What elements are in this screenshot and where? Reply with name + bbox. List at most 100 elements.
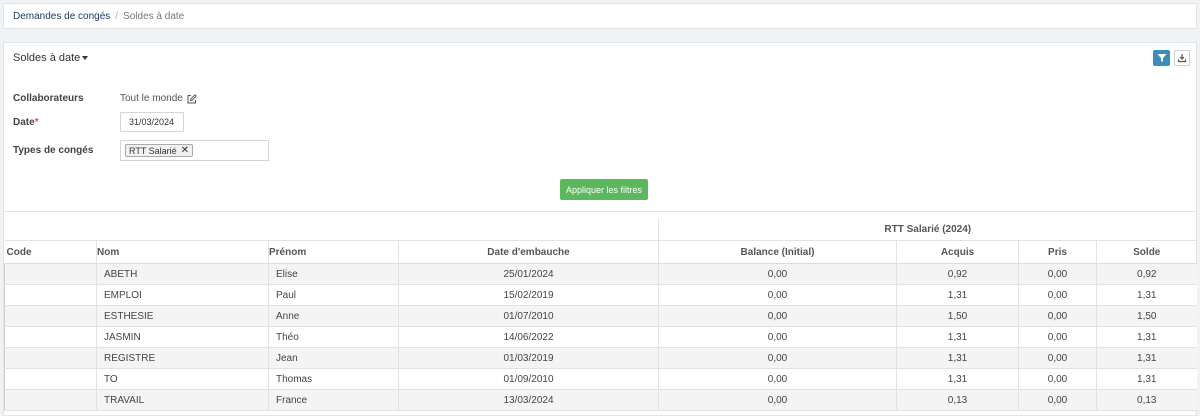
- breadcrumb-parent-link[interactable]: Demandes de congés: [13, 11, 110, 22]
- cell-acquis: 1,31: [896, 284, 1019, 306]
- table-row[interactable]: ABETH Elise 25/01/2024 0,00 0,92 0,00 0,…: [4, 263, 1197, 285]
- date-label-text: Date: [13, 117, 35, 128]
- caret-down-icon: [82, 56, 89, 61]
- cell-date-embauche: 01/03/2019: [398, 347, 659, 369]
- cell-code: [4, 326, 97, 348]
- cell-acquis: 1,31: [896, 368, 1019, 390]
- cell-date-embauche: 25/01/2024: [398, 263, 659, 285]
- cell-balance: 0,00: [658, 263, 897, 285]
- date-input[interactable]: [120, 112, 184, 132]
- cell-nom: TO: [96, 368, 269, 390]
- collaborateurs-label: Collaborateurs: [13, 93, 84, 104]
- cell-pris: 0,00: [1018, 284, 1097, 306]
- cell-balance: 0,00: [658, 326, 897, 348]
- table-row[interactable]: EMPLOI Paul 15/02/2019 0,00 1,31 0,00 1,…: [4, 284, 1197, 306]
- cell-solde: 0,92: [1095, 263, 1197, 285]
- panel-title-label: Soldes à date: [13, 52, 81, 64]
- filter-button[interactable]: [1153, 50, 1170, 66]
- group-header-empty: [4, 218, 659, 241]
- cell-acquis: 1,50: [896, 305, 1019, 327]
- collaborateurs-value: Tout le monde: [120, 93, 197, 104]
- table-row[interactable]: TRAVAIL France 13/03/2024 0,00 0,13 0,00…: [4, 389, 1197, 411]
- breadcrumb: Demandes de congés / Soldes à date: [3, 3, 1197, 29]
- cell-solde: 1,50: [1095, 305, 1197, 327]
- cell-date-embauche: 01/07/2010: [398, 305, 659, 327]
- cell-nom: REGISTRE: [96, 347, 269, 369]
- col-header-pris[interactable]: Pris: [1018, 240, 1097, 264]
- required-marker: *: [34, 117, 39, 128]
- apply-filters-button[interactable]: Appliquer les filtres: [560, 179, 648, 200]
- cell-code: [4, 368, 97, 390]
- date-label: Date*: [13, 117, 39, 128]
- cell-pris: 0,00: [1018, 347, 1097, 369]
- cell-date-embauche: 01/09/2010: [398, 368, 659, 390]
- cell-prenom: France: [268, 389, 399, 411]
- cell-nom: JASMIN: [96, 326, 269, 348]
- cell-nom: EMPLOI: [96, 284, 269, 306]
- cell-balance: 0,00: [658, 389, 897, 411]
- cell-solde: 1,31: [1095, 326, 1197, 348]
- download-button[interactable]: [1174, 50, 1190, 66]
- cell-prenom: Paul: [268, 284, 399, 306]
- table-row[interactable]: REGISTRE Jean 01/03/2019 0,00 1,31 0,00 …: [4, 347, 1197, 369]
- cell-solde: 1,31: [1095, 284, 1197, 306]
- types-conges-label: Types de congés: [13, 145, 94, 156]
- soldes-panel: Soldes à date Collaborateurs Tout le mon…: [3, 42, 1197, 416]
- cell-balance: 0,00: [658, 347, 897, 369]
- cell-nom: TRAVAIL: [96, 389, 269, 411]
- cell-acquis: 1,31: [896, 347, 1019, 369]
- breadcrumb-current: Soldes à date: [123, 10, 185, 22]
- cell-prenom: Théo: [268, 326, 399, 348]
- cell-pris: 0,00: [1018, 326, 1097, 348]
- cell-code: [4, 389, 97, 411]
- group-header-rtt: RTT Salarié (2024): [657, 218, 1197, 241]
- table-row[interactable]: TO Thomas 01/09/2010 0,00 1,31 0,00 1,31: [4, 368, 1197, 390]
- cell-date-embauche: 13/03/2024: [398, 389, 659, 411]
- cell-solde: 0,13: [1095, 389, 1197, 411]
- col-header-solde[interactable]: Solde: [1095, 240, 1197, 264]
- cell-date-embauche: 15/02/2019: [398, 284, 659, 306]
- col-header-code[interactable]: Code: [4, 240, 97, 264]
- download-icon: [1177, 54, 1187, 63]
- selected-tag: RTT Salarié ✕: [125, 144, 194, 157]
- edit-icon[interactable]: [187, 93, 197, 104]
- cell-balance: 0,00: [658, 284, 897, 306]
- collaborateurs-value-text: Tout le monde: [120, 93, 183, 104]
- cell-acquis: 0,13: [896, 389, 1019, 411]
- cell-code: [4, 305, 97, 327]
- cell-acquis: 1,31: [896, 326, 1019, 348]
- cell-nom: ABETH: [96, 263, 269, 285]
- filter-icon: [1157, 54, 1166, 62]
- table-header-row: Code Nom Prénom Date d'embauche Balance …: [4, 240, 1197, 264]
- cell-solde: 1,31: [1095, 368, 1197, 390]
- cell-balance: 0,00: [658, 368, 897, 390]
- cell-code: [4, 284, 97, 306]
- cell-solde: 1,31: [1095, 347, 1197, 369]
- table-row[interactable]: JASMIN Théo 14/06/2022 0,00 1,31 0,00 1,…: [4, 326, 1197, 348]
- panel-title-dropdown[interactable]: Soldes à date: [13, 52, 89, 64]
- col-header-nom[interactable]: Nom: [96, 240, 269, 264]
- col-header-acquis[interactable]: Acquis: [896, 240, 1019, 264]
- cell-pris: 0,00: [1018, 389, 1097, 411]
- cell-pris: 0,00: [1018, 368, 1097, 390]
- cell-nom: ESTHESIE: [96, 305, 269, 327]
- remove-tag-icon[interactable]: ✕: [181, 145, 189, 156]
- cell-date-embauche: 14/06/2022: [398, 326, 659, 348]
- cell-pris: 0,00: [1018, 263, 1097, 285]
- table-group-header-row: RTT Salarié (2024): [4, 218, 1197, 241]
- cell-acquis: 0,92: [896, 263, 1019, 285]
- col-header-balance[interactable]: Balance (Initial): [658, 240, 897, 264]
- cell-pris: 0,00: [1018, 305, 1097, 327]
- breadcrumb-separator: /: [115, 10, 119, 22]
- cell-prenom: Elise: [268, 263, 399, 285]
- col-header-date-embauche[interactable]: Date d'embauche: [398, 240, 659, 264]
- selected-tag-label: RTT Salarié: [129, 145, 177, 156]
- table-row[interactable]: ESTHESIE Anne 01/07/2010 0,00 1,50 0,00 …: [4, 305, 1197, 327]
- col-header-prenom[interactable]: Prénom: [268, 240, 399, 264]
- cell-prenom: Thomas: [268, 368, 399, 390]
- cell-balance: 0,00: [658, 305, 897, 327]
- cell-code: [4, 347, 97, 369]
- types-conges-input[interactable]: RTT Salarié ✕: [120, 140, 269, 161]
- cell-prenom: Jean: [268, 347, 399, 369]
- soldes-table: RTT Salarié (2024) Code Nom Prénom Date …: [4, 218, 1197, 411]
